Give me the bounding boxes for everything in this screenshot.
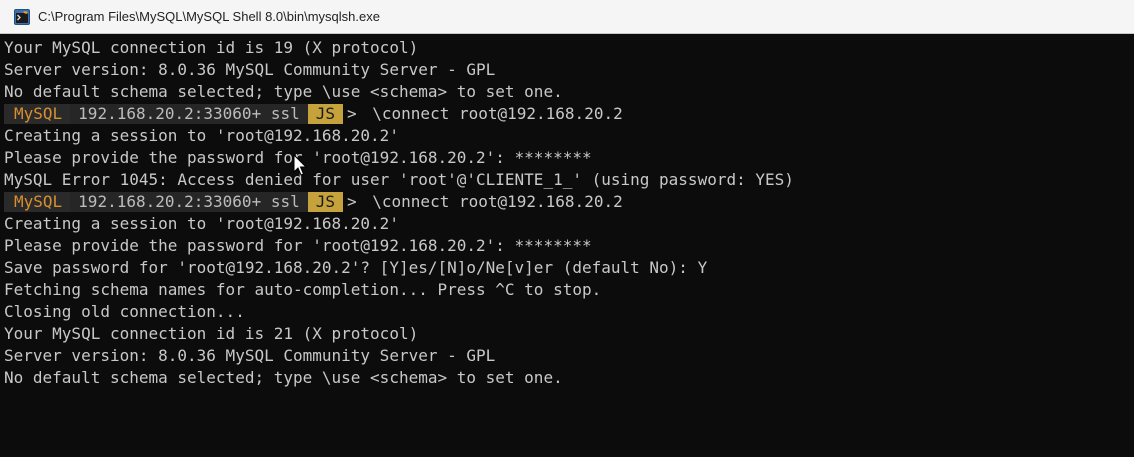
terminal-icon [14,8,30,25]
console-line: Creating a session to 'root@192.168.20.2… [4,214,399,233]
console-line: Fetching schema names for auto-completio… [4,280,602,299]
prompt-line: MySQL 192.168.20.2:33060+ ssl JS > \connect… [4,103,1134,125]
command-text: \connect root@192.168.20.2 [372,192,623,211]
prompt-arrow: > [347,104,367,123]
console-line: MySQL Error 1045: Access denied for user… [4,170,794,189]
window-title: C:\Program Files\MySQL\MySQL Shell 8.0\b… [38,9,380,24]
mouse-cursor-icon [293,154,308,176]
prompt-mysql-segment: MySQL [4,104,71,124]
prompt-host-segment: 192.168.20.2:33060+ ssl [70,104,308,124]
command-text: \connect root@192.168.20.2 [372,104,623,123]
console-line: Please provide the password for 'root@19… [4,236,592,255]
title-bar[interactable]: C:\Program Files\MySQL\MySQL Shell 8.0\b… [0,0,1134,34]
prompt-mode-segment: JS [307,192,343,212]
console-line: Please provide the password for 'root@19… [4,148,592,167]
prompt-line: MySQL 192.168.20.2:33060+ ssl JS > \connect… [4,191,1134,213]
console-output[interactable]: Your MySQL connection id is 19 (X protoc… [0,34,1134,457]
console-line: No default schema selected; type \use <s… [4,82,563,101]
console-line: Save password for 'root@192.168.20.2'? [… [4,258,708,277]
console-line: Server version: 8.0.36 MySQL Community S… [4,346,496,365]
console-line: Server version: 8.0.36 MySQL Community S… [4,60,496,79]
prompt-host-segment: 192.168.20.2:33060+ ssl [70,192,308,212]
console-line: Closing old connection... [4,302,245,321]
prompt-arrow: > [347,192,367,211]
prompt-mode-segment: JS [307,104,343,124]
terminal-window: C:\Program Files\MySQL\MySQL Shell 8.0\b… [0,0,1134,457]
console-line: Your MySQL connection id is 21 (X protoc… [4,324,419,343]
console-line: Creating a session to 'root@192.168.20.2… [4,126,399,145]
prompt-mysql-segment: MySQL [4,192,71,212]
console-line: No default schema selected; type \use <s… [4,368,563,387]
console-line: Your MySQL connection id is 19 (X protoc… [4,38,419,57]
